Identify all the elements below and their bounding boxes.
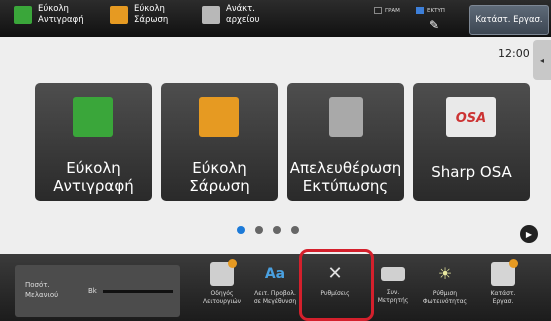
- tile-label: Εύκολη: [66, 159, 121, 177]
- shortcut-label: Ανάκτ.: [226, 4, 255, 14]
- tile-label: Αντιγραφή: [53, 177, 134, 195]
- dock-label: Λειτ. Προβολ.: [254, 290, 296, 297]
- side-panel-tab[interactable]: ◂: [533, 40, 551, 80]
- toner-level-bar: [103, 290, 173, 293]
- dock-enlarge-display[interactable]: Aa Λειτ. Προβολ. σε Μεγέθυνση: [250, 258, 300, 318]
- tile-easy-scan[interactable]: Εύκολη Σάρωση: [161, 83, 278, 201]
- top-bar: Εύκολη Αντιγραφή Εύκολη Σάρωση Ανάκτ. αρχεί…: [0, 0, 551, 37]
- help-badge-icon: [228, 259, 237, 268]
- toner-color-label: Bk: [88, 287, 97, 295]
- page-indicator: [237, 226, 299, 234]
- tile-label: Εύκολη: [192, 159, 247, 177]
- brightness-icon: ☀: [437, 264, 453, 283]
- print-indicator: ΕΚΤΥΠ: [416, 7, 445, 14]
- dock-brightness[interactable]: ☀ Ρύθμιση Φωτεινότητας: [420, 258, 470, 318]
- dock-label: Φωτεινότητας: [422, 298, 468, 305]
- fax-indicator: ΓΡΑΜ: [374, 7, 400, 14]
- shortcut-file-retrieve[interactable]: Ανάκτ. αρχείου: [202, 4, 260, 34]
- clock: 12:00: [498, 47, 530, 60]
- dock-label: σε Μεγέθυνση: [253, 298, 297, 305]
- scan-icon: [110, 6, 128, 24]
- toner-label: Μελανιού: [25, 291, 59, 299]
- dock-label: Εργασ.: [492, 298, 514, 305]
- tile-sharp-osa[interactable]: OSA Sharp OSA: [413, 83, 530, 201]
- file-retrieve-icon: [202, 6, 220, 24]
- settings-highlight-frame: [299, 249, 374, 321]
- shortcut-label: Αντιγραφή: [38, 15, 84, 25]
- shortcut-easy-copy[interactable]: Εύκολη Αντιγραφή: [14, 4, 84, 34]
- easy-copy-icon: [73, 97, 113, 137]
- dock-label: Συν.: [386, 289, 400, 296]
- toner-label: Ποσότ.: [25, 281, 50, 289]
- shortcut-easy-scan[interactable]: Εύκολη Σάρωση: [110, 4, 168, 34]
- sharp-osa-icon: OSA: [446, 97, 496, 137]
- shortcut-label: αρχείου: [226, 15, 260, 25]
- job-status-button[interactable]: Κατάστ. Εργασ.: [469, 5, 549, 35]
- page-dot[interactable]: [291, 226, 299, 234]
- operation-guide-icon: [210, 259, 237, 286]
- dock-label: Οδηγός: [210, 290, 234, 297]
- print-indicator-label: ΕΚΤΥΠ: [427, 7, 445, 14]
- enlarge-display-icon: Aa: [264, 266, 286, 282]
- total-count-icon: [381, 267, 405, 281]
- dock-label: Μετρητής: [377, 297, 409, 304]
- print-release-icon: [329, 97, 363, 137]
- dock-total-count[interactable]: Συν. Μετρητής: [368, 258, 418, 318]
- tile-label: Εκτύπωσης: [302, 177, 389, 195]
- alert-badge-icon: [509, 259, 518, 268]
- tile-easy-copy[interactable]: Εύκολη Αντιγραφή: [35, 83, 152, 201]
- tile-label: Σάρωση: [189, 177, 250, 195]
- dock-job-status[interactable]: Κατάστ. Εργασ.: [478, 258, 528, 318]
- tile-label: Sharp OSA: [431, 163, 512, 181]
- dock-label: Ρύθμιση: [432, 290, 458, 297]
- shortcut-label: Σάρωση: [134, 15, 169, 25]
- fax-indicator-label: ΓΡΑΜ: [385, 7, 400, 14]
- next-page-button[interactable]: ▶: [520, 225, 538, 243]
- tile-label: Απελευθέρωση: [289, 159, 402, 177]
- dock-label: Λειτουργιών: [203, 298, 241, 305]
- job-status-icon: [491, 259, 518, 286]
- copy-icon: [14, 6, 32, 24]
- shortcut-label: Εύκολη: [134, 4, 165, 14]
- page-dot[interactable]: [255, 226, 263, 234]
- easy-scan-icon: [199, 97, 239, 137]
- shortcut-label: Εύκολη: [38, 4, 69, 14]
- page-dot-active[interactable]: [237, 226, 245, 234]
- osa-logo: OSA: [455, 111, 487, 126]
- wrench-icon: ✎: [429, 18, 440, 32]
- dock-operation-guide[interactable]: Οδηγός Λειτουργιών: [197, 258, 247, 318]
- page-dot[interactable]: [273, 226, 281, 234]
- dock-label: Κατάστ.: [490, 290, 516, 297]
- tile-print-release[interactable]: Απελευθέρωση Εκτύπωσης: [287, 83, 404, 201]
- toner-quantity-panel[interactable]: Ποσότ. Μελανιού Bk: [15, 265, 180, 317]
